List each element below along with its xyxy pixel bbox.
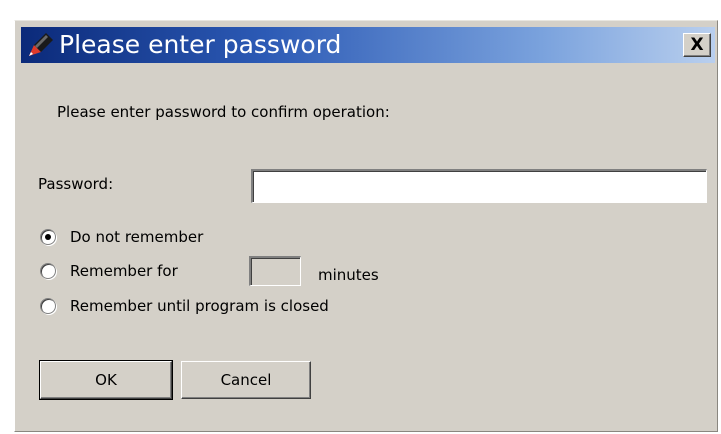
- ok-button[interactable]: OK: [39, 360, 173, 400]
- password-label: Password:: [38, 175, 114, 193]
- radio-remember-until-closed[interactable]: [40, 298, 56, 314]
- minutes-label: minutes: [318, 266, 379, 284]
- cancel-button[interactable]: Cancel: [181, 361, 311, 399]
- title-bar[interactable]: Please enter password X: [21, 27, 715, 63]
- option-label-remember-for[interactable]: Remember for: [70, 262, 178, 280]
- cancel-button-label: Cancel: [220, 371, 272, 389]
- close-icon: X: [690, 34, 704, 55]
- dialog-title: Please enter password: [59, 30, 342, 59]
- ok-button-label: OK: [95, 371, 117, 389]
- option-label-remember-until-closed[interactable]: Remember until program is closed: [70, 297, 329, 315]
- radio-remember-for[interactable]: [40, 263, 56, 279]
- password-dialog: Please enter password X Please enter pas…: [14, 20, 718, 432]
- radio-do-not-remember[interactable]: [40, 229, 56, 245]
- prompt-text: Please enter password to confirm operati…: [57, 103, 390, 121]
- password-field[interactable]: [251, 169, 707, 203]
- minutes-input[interactable]: [249, 256, 301, 286]
- pen-icon: [25, 31, 55, 59]
- option-label-do-not-remember[interactable]: Do not remember: [70, 228, 203, 246]
- close-button[interactable]: X: [683, 33, 711, 57]
